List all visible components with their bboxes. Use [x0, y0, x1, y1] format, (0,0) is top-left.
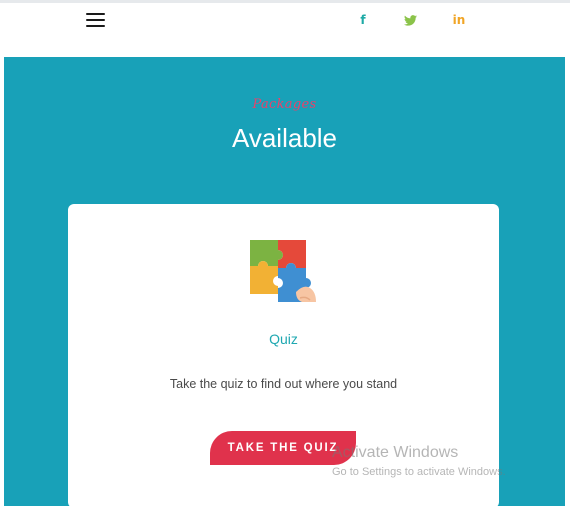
card-description: Take the quiz to find out where you stan… [169, 377, 398, 391]
quiz-card: Quiz Take the quiz to find out where you… [68, 204, 499, 508]
card-title: Quiz [269, 331, 298, 347]
section-kicker: Packages [252, 97, 317, 112]
puzzle-icon [250, 240, 316, 302]
twitter-icon[interactable] [402, 13, 418, 27]
facebook-glyph: f [360, 13, 366, 27]
hamburger-menu-icon[interactable] [86, 13, 106, 27]
linkedin-glyph: in [452, 13, 466, 27]
site-header: f in [0, 3, 570, 57]
facebook-icon[interactable]: f [355, 13, 371, 27]
twitter-bird-icon [403, 14, 417, 26]
take-quiz-button[interactable]: TAKE THE QUIZ [210, 431, 356, 465]
linkedin-icon[interactable]: in [451, 13, 467, 27]
section-title: Available [231, 123, 338, 153]
